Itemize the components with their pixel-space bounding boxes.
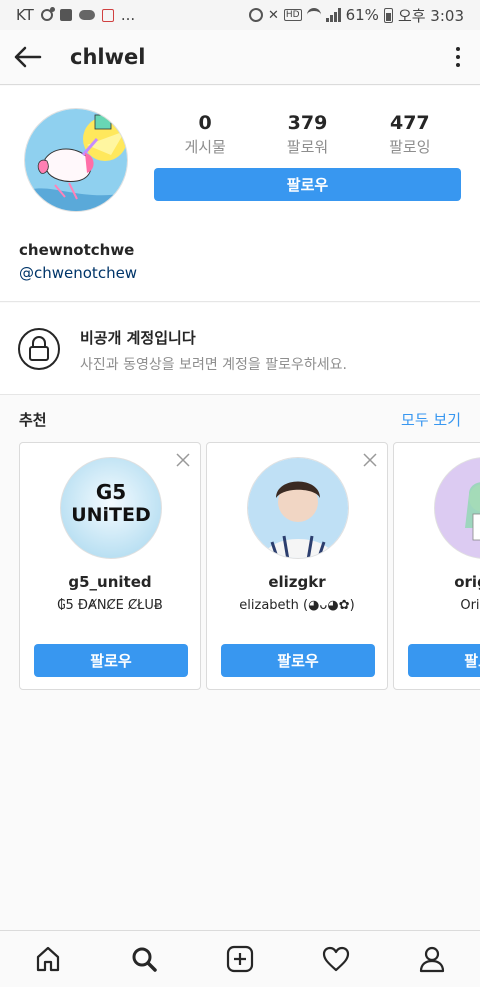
signal-icon xyxy=(325,8,341,22)
bottom-navigation xyxy=(0,930,480,987)
followers-label: 팔로워 xyxy=(286,138,329,156)
suggestion-username: elizgkr xyxy=(268,573,326,591)
suggestion-full-name: Origina xyxy=(460,598,480,613)
profile-bio-link[interactable]: @chwenotchew xyxy=(19,264,137,282)
suggestion-username: g5_united xyxy=(68,573,152,591)
posts-label: 게시물 xyxy=(184,138,226,156)
status-bar: KT ... ✕ HD 61% 오후 3:03 xyxy=(0,0,480,30)
following-label: 팔로잉 xyxy=(389,138,431,156)
profile-username-title: chlwel xyxy=(70,45,146,69)
game-icon xyxy=(59,9,72,21)
nav-activity[interactable] xyxy=(288,931,384,987)
suggestion-avatar[interactable] xyxy=(247,457,349,559)
more-notifications: ... xyxy=(120,6,136,24)
mute-icon: ✕ xyxy=(267,7,279,23)
avatar-logo-line-2: UNiTED xyxy=(71,504,151,526)
more-vertical-icon xyxy=(456,47,460,51)
suggestions-title: 추천 xyxy=(19,411,47,429)
follow-button[interactable]: 팔로우 xyxy=(154,168,461,201)
unicorn-avatar-image xyxy=(25,109,127,211)
nav-home[interactable] xyxy=(0,931,96,987)
profile-display-name: chewnotchwe xyxy=(19,241,135,259)
carrier-label: KT xyxy=(16,6,34,24)
suggestion-card[interactable]: G5 UNiTED g5_united ₲5 ĐȺNȻE ȻŁUɃ 팔로우 xyxy=(19,442,201,690)
profile-section: 0 게시물 379 팔로워 477 팔로잉 팔로우 chewnotchwe @c… xyxy=(0,86,480,302)
more-options-button[interactable] xyxy=(436,30,480,85)
suggestion-full-name: ₲5 ĐȺNȻE ȻŁUɃ xyxy=(57,598,163,613)
followers-stat[interactable]: 379 팔로워 xyxy=(256,112,358,157)
private-account-notice: 비공개 계정입니다 사진과 동영상을 보려면 계정을 팔로우하세요. xyxy=(0,303,480,395)
suggestion-card[interactable]: elizgkr elizabeth (◕ᴗ◕✿) 팔로우 xyxy=(206,442,388,690)
private-title: 비공개 계정입니다 xyxy=(80,329,196,347)
illustration-avatar xyxy=(435,458,480,558)
avatar-logo-line-1: G5 xyxy=(95,480,127,504)
followers-count: 379 xyxy=(287,112,328,134)
hd-icon: HD xyxy=(283,9,302,21)
lock-icon xyxy=(18,328,60,370)
profile-stats: 0 게시물 379 팔로워 477 팔로잉 xyxy=(154,112,461,157)
suggestion-username: origina xyxy=(454,573,480,591)
data-saver-icon xyxy=(248,8,263,22)
nav-add-post[interactable] xyxy=(192,931,288,987)
heart-icon xyxy=(322,946,350,972)
suggestion-cards: G5 UNiTED g5_united ₲5 ĐȺNȻE ȻŁUɃ 팔로우 el… xyxy=(19,442,480,692)
person-photo xyxy=(248,458,348,558)
battery-percent: 61% xyxy=(345,6,379,24)
close-icon[interactable] xyxy=(174,451,192,469)
close-icon[interactable] xyxy=(361,451,379,469)
following-count: 477 xyxy=(389,112,430,134)
suggestion-avatar[interactable] xyxy=(434,457,480,559)
suggestion-full-name: elizabeth (◕ᴗ◕✿) xyxy=(239,598,355,613)
wifi-icon xyxy=(306,8,321,22)
following-stat[interactable]: 477 팔로잉 xyxy=(359,112,461,157)
clock: 오후 3:03 xyxy=(397,6,464,25)
suggestion-card[interactable]: origina Origina 팔로우 xyxy=(393,442,480,690)
battery-icon xyxy=(383,7,393,23)
sync-icon xyxy=(40,7,55,21)
suggestion-follow-button[interactable]: 팔로우 xyxy=(34,644,188,677)
home-icon xyxy=(36,946,60,972)
profile-avatar[interactable] xyxy=(24,108,128,212)
private-description: 사진과 동영상을 보려면 계정을 팔로우하세요. xyxy=(80,357,347,373)
posts-stat: 0 게시물 xyxy=(154,112,256,157)
posts-count: 0 xyxy=(198,112,212,134)
nav-profile[interactable] xyxy=(384,931,480,987)
suggestion-avatar[interactable]: G5 UNiTED xyxy=(60,457,162,559)
back-button[interactable] xyxy=(0,30,56,85)
see-all-link[interactable]: 모두 보기 xyxy=(401,409,461,430)
profile-icon xyxy=(419,946,445,973)
add-post-icon xyxy=(226,945,254,973)
back-arrow-icon xyxy=(14,46,42,68)
top-app-bar: chlwel xyxy=(0,30,480,85)
search-icon xyxy=(132,947,157,972)
cloud-icon xyxy=(78,10,95,20)
suggestion-follow-button[interactable]: 팔로우 xyxy=(408,644,480,677)
calendar-icon xyxy=(101,8,114,22)
nav-search[interactable] xyxy=(96,931,192,987)
suggestion-follow-button[interactable]: 팔로우 xyxy=(221,644,375,677)
